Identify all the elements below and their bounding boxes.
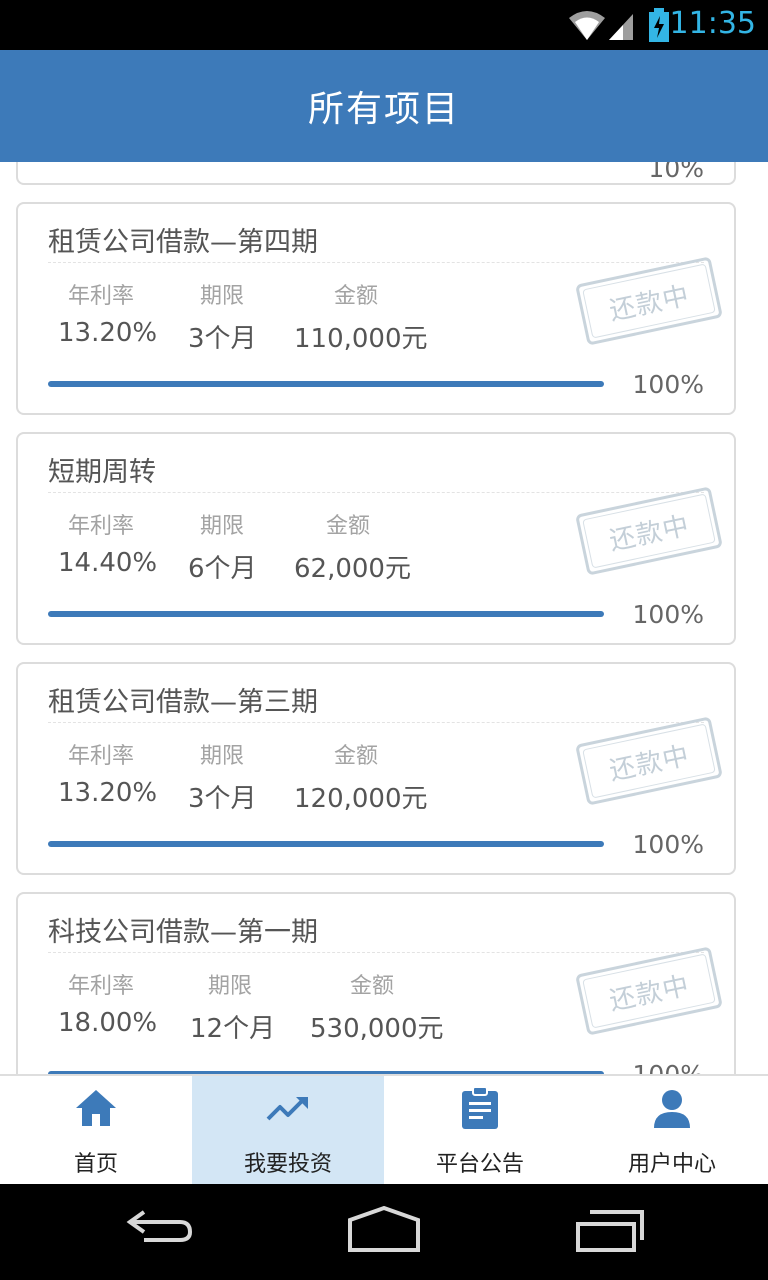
repaying-stamp: 还款中	[575, 256, 723, 346]
term-label: 期限	[200, 514, 245, 539]
divider	[48, 262, 704, 263]
amount-label: 金额	[334, 284, 379, 309]
page-title: 所有项目	[307, 89, 460, 130]
status-bar: 11:35	[0, 0, 768, 50]
project-card[interactable]: 短期周转 年利率 期限 金额 14.40% 6个月 62,000元 还款中 10…	[16, 432, 736, 645]
tab-label: 首页	[73, 1152, 118, 1177]
term-value: 3个月	[188, 324, 257, 354]
rate-value: 14.40%	[58, 548, 158, 578]
amount-label: 金额	[334, 744, 379, 769]
bottom-nav: 首页 我要投资 平台公告 用户中心	[0, 1074, 768, 1184]
progress-bar	[48, 381, 604, 387]
project-title: 租赁公司借款—第四期	[48, 227, 318, 258]
tab-invest[interactable]: 我要投资	[192, 1076, 384, 1184]
rate-label: 年利率	[68, 974, 135, 999]
project-title: 租赁公司借款—第三期	[48, 687, 318, 718]
recent-apps-icon[interactable]	[574, 1206, 646, 1254]
home-icon	[72, 1084, 120, 1132]
progress-label: 100%	[632, 830, 704, 859]
divider	[48, 952, 704, 953]
repaying-stamp: 还款中	[575, 946, 723, 1036]
divider	[48, 722, 704, 723]
rate-label: 年利率	[68, 514, 135, 539]
clipboard-icon	[456, 1084, 504, 1132]
amount-value: 120,000元	[294, 784, 428, 814]
project-title: 短期周转	[48, 457, 156, 488]
progress-bar	[48, 841, 604, 847]
tab-label: 平台公告	[435, 1152, 524, 1177]
progress-label: 100%	[632, 600, 704, 629]
user-icon	[648, 1084, 696, 1132]
tab-user-center[interactable]: 用户中心	[576, 1076, 768, 1184]
rate-label: 年利率	[68, 284, 135, 309]
term-label: 期限	[200, 744, 245, 769]
rate-value: 13.20%	[58, 318, 158, 348]
signal-icon	[568, 11, 633, 40]
amount-label: 金额	[326, 514, 371, 539]
progress-label: 10%	[648, 162, 704, 183]
project-list[interactable]: 10% 租赁公司借款—第四期 年利率 期限 金额 13.20% 3个月 110,…	[0, 162, 768, 1074]
tab-home[interactable]: 首页	[0, 1076, 192, 1184]
project-card[interactable]: 租赁公司借款—第四期 年利率 期限 金额 13.20% 3个月 110,000元…	[16, 202, 736, 415]
project-card-partial[interactable]: 10%	[16, 162, 736, 185]
project-card[interactable]: 科技公司借款—第一期 年利率 期限 金额 18.00% 12个月 530,000…	[16, 892, 736, 1074]
amount-value: 62,000元	[294, 554, 411, 584]
battery-icon	[649, 8, 669, 42]
system-nav-bar	[0, 1184, 768, 1280]
term-value: 6个月	[188, 554, 257, 584]
app-header: 所有项目	[0, 50, 768, 162]
status-time: 11:35	[669, 6, 756, 41]
tab-label: 我要投资	[243, 1152, 332, 1177]
rate-label: 年利率	[68, 744, 135, 769]
repaying-stamp: 还款中	[575, 486, 723, 576]
term-value: 3个月	[188, 784, 257, 814]
tab-label: 用户中心	[627, 1152, 716, 1177]
amount-value: 530,000元	[310, 1014, 444, 1044]
status-icons	[567, 8, 670, 46]
rate-value: 13.20%	[58, 778, 158, 808]
divider	[48, 492, 704, 493]
term-label: 期限	[200, 284, 245, 309]
repaying-stamp: 还款中	[575, 716, 723, 806]
home-nav-icon[interactable]	[346, 1206, 422, 1254]
project-card[interactable]: 租赁公司借款—第三期 年利率 期限 金额 13.20% 3个月 120,000元…	[16, 662, 736, 875]
term-label: 期限	[208, 974, 253, 999]
progress-label: 100%	[633, 1060, 704, 1074]
back-icon[interactable]	[124, 1206, 196, 1246]
rate-value: 18.00%	[58, 1008, 158, 1038]
term-value: 12个月	[190, 1014, 276, 1044]
progress-label: 100%	[632, 370, 704, 399]
trending-up-icon	[264, 1084, 312, 1132]
amount-label: 金额	[350, 974, 395, 999]
tab-announcements[interactable]: 平台公告	[384, 1076, 576, 1184]
amount-value: 110,000元	[294, 324, 428, 354]
progress-bar	[48, 611, 604, 617]
project-title: 科技公司借款—第一期	[48, 917, 318, 948]
